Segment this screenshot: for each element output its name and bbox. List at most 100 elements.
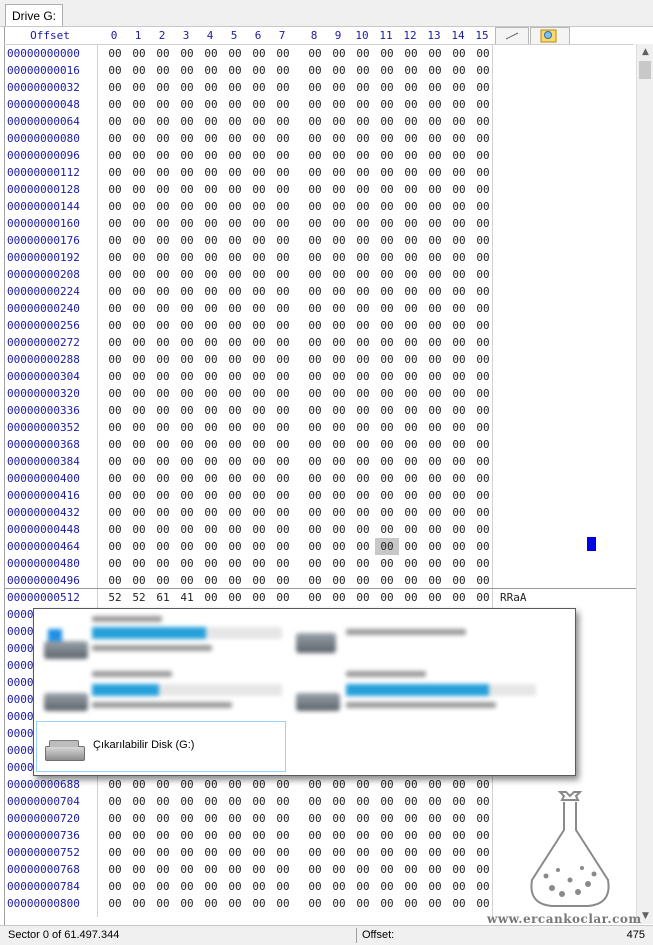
hex-byte[interactable]: 00: [351, 368, 375, 385]
hex-byte[interactable]: 00: [223, 538, 247, 555]
hex-byte[interactable]: 00: [199, 164, 223, 181]
hex-byte[interactable]: 00: [223, 232, 247, 249]
hex-byte[interactable]: 00: [103, 810, 127, 827]
hex-byte[interactable]: 00: [247, 351, 271, 368]
hex-byte[interactable]: 00: [351, 895, 375, 912]
hex-byte[interactable]: 00: [103, 249, 127, 266]
hex-byte[interactable]: 00: [127, 776, 151, 793]
hex-byte[interactable]: 00: [303, 436, 327, 453]
hex-byte[interactable]: 00: [271, 147, 295, 164]
hex-byte[interactable]: 00: [199, 895, 223, 912]
hex-byte[interactable]: 00: [175, 878, 199, 895]
hex-byte[interactable]: 00: [103, 113, 127, 130]
hex-byte[interactable]: 00: [423, 368, 447, 385]
hex-byte[interactable]: 00: [247, 385, 271, 402]
hex-byte[interactable]: 00: [303, 113, 327, 130]
hex-byte[interactable]: 00: [303, 470, 327, 487]
hex-byte[interactable]: 00: [423, 861, 447, 878]
hex-byte[interactable]: 00: [303, 96, 327, 113]
hex-byte[interactable]: 00: [247, 215, 271, 232]
hex-byte[interactable]: 00: [199, 130, 223, 147]
hex-byte[interactable]: 00: [247, 317, 271, 334]
hex-byte[interactable]: 00: [399, 130, 423, 147]
hex-byte[interactable]: 00: [223, 249, 247, 266]
hex-byte[interactable]: 00: [375, 249, 399, 266]
hex-byte[interactable]: 00: [175, 572, 199, 589]
hex-byte[interactable]: 00: [423, 878, 447, 895]
hex-byte[interactable]: 00: [223, 453, 247, 470]
hex-byte[interactable]: 00: [423, 334, 447, 351]
hex-byte[interactable]: 00: [271, 130, 295, 147]
hex-byte[interactable]: 00: [199, 62, 223, 79]
hex-byte[interactable]: 00: [151, 181, 175, 198]
hex-byte[interactable]: 00: [447, 589, 471, 606]
hex-byte[interactable]: 00: [223, 147, 247, 164]
hex-byte[interactable]: 00: [447, 470, 471, 487]
hex-byte[interactable]: 00: [423, 130, 447, 147]
hex-byte[interactable]: 00: [151, 487, 175, 504]
hex-byte[interactable]: 00: [399, 266, 423, 283]
hex-byte[interactable]: 00: [423, 215, 447, 232]
hex-byte[interactable]: 00: [399, 521, 423, 538]
hex-byte[interactable]: 00: [423, 62, 447, 79]
hex-byte[interactable]: 00: [103, 62, 127, 79]
hex-byte[interactable]: 00: [223, 521, 247, 538]
hex-byte[interactable]: 00: [351, 317, 375, 334]
hex-byte[interactable]: 00: [351, 504, 375, 521]
hex-byte[interactable]: 00: [103, 861, 127, 878]
hex-byte[interactable]: 00: [151, 283, 175, 300]
hex-byte[interactable]: 00: [399, 861, 423, 878]
hex-byte[interactable]: 00: [399, 538, 423, 555]
hard-drive-icon[interactable]: [296, 693, 340, 711]
hex-byte[interactable]: 00: [175, 538, 199, 555]
hex-data-area[interactable]: 00 00 00 00 00 00 00 00 00 00 00 00 00 00 00 00 00 00 00 00…: [97, 45, 493, 917]
hex-byte[interactable]: 00: [247, 521, 271, 538]
hex-byte[interactable]: 00: [447, 198, 471, 215]
hex-byte[interactable]: 00: [199, 555, 223, 572]
hex-byte[interactable]: 00: [223, 776, 247, 793]
hex-byte[interactable]: 00: [423, 521, 447, 538]
hex-byte[interactable]: 00: [271, 827, 295, 844]
hex-byte[interactable]: 00: [199, 589, 223, 606]
hex-byte[interactable]: 00: [399, 827, 423, 844]
hex-byte[interactable]: 00: [127, 317, 151, 334]
hex-byte[interactable]: 00: [199, 844, 223, 861]
hex-byte[interactable]: 00: [399, 878, 423, 895]
hex-byte[interactable]: 00: [351, 45, 375, 62]
hex-byte[interactable]: 00: [423, 266, 447, 283]
hex-byte[interactable]: 00: [103, 844, 127, 861]
hex-byte[interactable]: 00: [175, 164, 199, 181]
hex-byte[interactable]: 00: [247, 147, 271, 164]
hex-byte[interactable]: 00: [151, 895, 175, 912]
hex-byte[interactable]: 00: [303, 79, 327, 96]
hex-byte[interactable]: 00: [447, 827, 471, 844]
hex-byte[interactable]: 00: [199, 96, 223, 113]
hex-byte[interactable]: 00: [223, 113, 247, 130]
hex-byte[interactable]: 00: [223, 130, 247, 147]
hex-byte[interactable]: 00: [103, 895, 127, 912]
hex-byte[interactable]: 00: [127, 232, 151, 249]
hex-byte[interactable]: 00: [423, 538, 447, 555]
hex-byte[interactable]: 00: [327, 436, 351, 453]
hex-byte[interactable]: 00: [423, 436, 447, 453]
hex-byte[interactable]: 00: [127, 521, 151, 538]
hex-byte[interactable]: 00: [327, 198, 351, 215]
hex-byte[interactable]: 00: [247, 793, 271, 810]
hex-byte[interactable]: 00: [423, 844, 447, 861]
hex-byte[interactable]: 00: [327, 776, 351, 793]
hex-byte[interactable]: 00: [375, 861, 399, 878]
hex-byte[interactable]: 00: [127, 861, 151, 878]
hex-byte[interactable]: 00: [375, 45, 399, 62]
hex-byte[interactable]: 00: [351, 521, 375, 538]
hex-byte[interactable]: 00: [447, 844, 471, 861]
hex-byte[interactable]: 00: [447, 793, 471, 810]
hard-drive-icon[interactable]: [44, 693, 88, 711]
hex-byte[interactable]: 00: [271, 266, 295, 283]
hex-byte[interactable]: 00: [423, 351, 447, 368]
hex-byte[interactable]: 00: [351, 385, 375, 402]
hex-byte[interactable]: 00: [423, 45, 447, 62]
hex-byte[interactable]: 00: [199, 521, 223, 538]
hex-byte[interactable]: 00: [199, 113, 223, 130]
hex-byte[interactable]: 00: [247, 232, 271, 249]
hex-byte[interactable]: 00: [223, 368, 247, 385]
